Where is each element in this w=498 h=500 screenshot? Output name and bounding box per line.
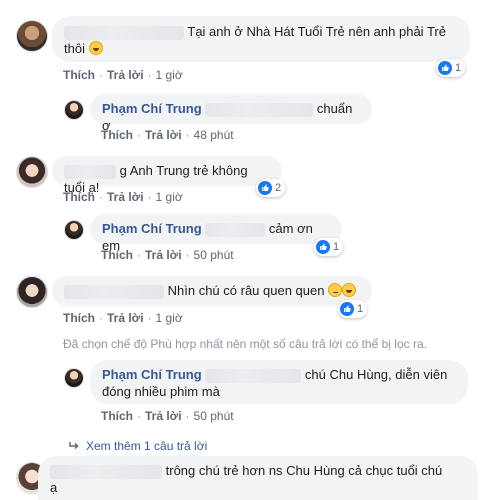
- comment-actions: Thích · Trả lời · 1 giờ: [63, 190, 183, 204]
- reply-bubble: Phạm Chí Trung chuẩn ợ: [90, 94, 372, 133]
- filter-notice: Đã chọn chế độ Phù hợp nhất nên một số c…: [63, 337, 427, 351]
- commenter-name[interactable]: Phạm Chí Trung: [102, 367, 202, 382]
- reply-bubble: Phạm Chí Trung chú Chu Hùng, diễn viên đ…: [90, 360, 468, 404]
- like-icon: [258, 181, 272, 195]
- avatar[interactable]: [64, 368, 84, 388]
- comment-actions: Thích · Trả lời · 50 phút: [101, 248, 234, 262]
- comment-bubble: trông chú trẻ hơn ns Chu Hùng cả chục tu…: [38, 456, 478, 500]
- see-more-replies[interactable]: Xem thêm 1 câu trả lời: [68, 439, 207, 453]
- avatar[interactable]: [64, 100, 84, 120]
- like-link[interactable]: Thích: [101, 128, 133, 142]
- reply-link[interactable]: Trả lời: [145, 248, 182, 262]
- blurred-name: [205, 102, 314, 117]
- commenter-name[interactable]: Phạm Chí Trung: [102, 221, 202, 236]
- comment-actions: Thích · Trả lời · 50 phút: [101, 409, 234, 423]
- reaction-count[interactable]: 1: [436, 59, 466, 77]
- comment-text-cont: thôi: [64, 41, 85, 56]
- comment-text-cont: đóng nhiều phim mà: [102, 384, 220, 399]
- like-link[interactable]: Thích: [63, 190, 95, 204]
- blurred-name: [50, 464, 162, 479]
- comment-actions: Thích · Trả lời · 1 giờ: [63, 68, 183, 82]
- comment-text: Nhìn chú có râu quen quen: [167, 283, 325, 298]
- blurred-name: [64, 164, 116, 179]
- blurred-name: [64, 284, 164, 299]
- laugh-emoji-icon: [342, 283, 357, 297]
- blurred-name: [64, 25, 184, 40]
- like-icon: [438, 61, 452, 75]
- comment-text: Tại anh ở Nhà Hát Tuổi Trẻ nên anh phải …: [187, 24, 446, 39]
- commenter-name[interactable]: Phạm Chí Trung: [102, 101, 202, 116]
- avatar[interactable]: [16, 20, 48, 52]
- avatar[interactable]: [16, 276, 48, 308]
- comment-time[interactable]: 1 giờ: [156, 68, 183, 82]
- comment-time[interactable]: 50 phút: [194, 248, 234, 262]
- reaction-count[interactable]: 2: [256, 179, 286, 197]
- reply-link[interactable]: Trả lời: [145, 409, 182, 423]
- comment-text-cont: ạ: [50, 480, 58, 495]
- comment-actions: Thích · Trả lời · 1 giờ: [63, 311, 183, 325]
- comment-time[interactable]: 1 giờ: [156, 311, 183, 325]
- comment-text: trông chú trẻ hơn ns Chu Hùng cả chục tu…: [165, 463, 443, 478]
- reply-link[interactable]: Trả lời: [107, 311, 144, 325]
- comment-text: chú Chu Hùng, diễn viên: [304, 367, 448, 382]
- like-icon: [340, 302, 354, 316]
- like-link[interactable]: Thích: [101, 409, 133, 423]
- laugh-emoji-icon: [88, 41, 103, 55]
- comment-bubble: g Anh Trung trẻ không tuổi ạ!: [52, 156, 282, 195]
- reaction-count[interactable]: 1: [338, 300, 368, 318]
- like-link[interactable]: Thích: [101, 248, 133, 262]
- like-icon: [316, 240, 330, 254]
- avatar[interactable]: [64, 220, 84, 240]
- comment-time[interactable]: 1 giờ: [156, 190, 183, 204]
- like-link[interactable]: Thích: [63, 68, 95, 82]
- thinking-emoji-icon: [328, 283, 343, 297]
- comment-time[interactable]: 50 phút: [194, 409, 234, 423]
- reply-link[interactable]: Trả lời: [145, 128, 182, 142]
- like-link[interactable]: Thích: [63, 311, 95, 325]
- reaction-count[interactable]: 1: [314, 238, 344, 256]
- reply-link[interactable]: Trả lời: [107, 68, 144, 82]
- blurred-name: [205, 222, 266, 237]
- comment-bubble: Tại anh ở Nhà Hát Tuổi Trẻ nên anh phải …: [52, 16, 470, 62]
- comment-actions: Thích · Trả lời · 48 phút: [101, 128, 234, 142]
- reply-arrow-icon: [69, 442, 79, 450]
- comment-time[interactable]: 48 phút: [194, 128, 234, 142]
- comment-bubble: Nhìn chú có râu quen quen: [52, 276, 372, 306]
- avatar[interactable]: [16, 156, 48, 188]
- blurred-name: [205, 368, 302, 383]
- reply-bubble: Phạm Chí Trung cảm ơn em: [90, 214, 342, 253]
- reply-link[interactable]: Trả lời: [107, 190, 144, 204]
